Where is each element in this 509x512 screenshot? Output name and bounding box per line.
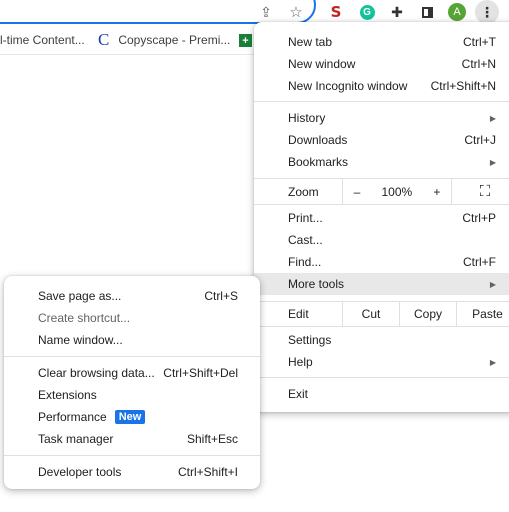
menu-item-shortcut: Ctrl+S — [204, 289, 238, 303]
menu-item-label: Bookmarks — [288, 155, 349, 169]
bookmark-label: l-time Content... — [0, 33, 85, 47]
menu-item-label: Settings — [288, 333, 332, 347]
profile-avatar[interactable]: A — [447, 2, 467, 22]
zoom-label: Zoom — [288, 184, 319, 199]
menu-item-label: Performance — [38, 410, 107, 424]
menu-item-clear-browsing-data[interactable]: Clear browsing data... Ctrl+Shift+Del — [4, 362, 260, 384]
menu-separator — [254, 101, 509, 102]
menu-item-extensions[interactable]: Extensions — [4, 384, 260, 406]
menu-item-label: Task manager — [38, 432, 114, 446]
menu-item-label: Extensions — [38, 388, 97, 402]
menu-item-label: Downloads — [288, 133, 348, 147]
submenu-arrow-icon: ▶ — [489, 113, 496, 123]
zoom-out-button[interactable]: – — [354, 185, 361, 199]
browser-toolbar: ⇪ ☆ S G ✚ A ⋮ — [0, 0, 509, 24]
menu-item-label: New tab — [288, 35, 333, 49]
zoom-level: 100% — [381, 184, 413, 199]
menu-item-exit[interactable]: Exit — [254, 383, 508, 405]
menu-item-label: Name window... — [38, 333, 123, 347]
menu-item-label: New Incognito window — [288, 79, 408, 93]
menu-item-new-tab[interactable]: New tab Ctrl+T — [254, 31, 508, 53]
seo-extension-icon[interactable]: S — [326, 2, 346, 22]
menu-item-help[interactable]: Help ▶ — [254, 351, 508, 373]
chrome-main-menu: New tab Ctrl+T New window Ctrl+N New Inc… — [254, 22, 509, 412]
menu-item-more-tools[interactable]: More tools ▶ — [254, 273, 509, 295]
menu-item-label: Clear browsing data... — [38, 366, 155, 380]
menu-item-shortcut: Ctrl+T — [463, 35, 496, 49]
seo-extension-glyph: S — [330, 3, 342, 21]
menu-item-shortcut: Ctrl+Shift+I — [177, 465, 238, 479]
bookmark-label: Copyscape - Premi... — [118, 33, 231, 47]
menu-item-settings[interactable]: Settings — [254, 329, 508, 351]
edit-label: Edit — [288, 307, 309, 321]
submenu-arrow-icon: ▶ — [489, 357, 496, 367]
menu-item-shortcut: Shift+Esc — [186, 432, 238, 446]
menu-item-shortcut: Ctrl+F — [463, 255, 496, 269]
fullscreen-button[interactable]: ⛶ — [451, 179, 509, 204]
side-panel-glyph — [421, 6, 433, 18]
share-icon[interactable]: ⇪ — [256, 2, 276, 22]
menu-item-performance[interactable]: Performance New — [4, 406, 260, 428]
side-panel-icon[interactable] — [417, 2, 437, 22]
submenu-arrow-icon: ▶ — [489, 157, 496, 167]
menu-item-shortcut: Ctrl+N — [461, 57, 496, 71]
menu-item-new-window[interactable]: New window Ctrl+N — [254, 53, 508, 75]
menu-item-label: More tools — [288, 277, 345, 291]
menu-item-create-shortcut[interactable]: Create shortcut... — [4, 307, 260, 329]
menu-item-history[interactable]: History ▶ — [254, 107, 508, 129]
new-badge: New — [114, 410, 146, 424]
menu-item-save-page-as[interactable]: Save page as... Ctrl+S — [4, 285, 260, 307]
avatar-letter: A — [448, 3, 466, 21]
zoom-controls: – 100% + — [342, 179, 451, 204]
more-tools-submenu: Save page as... Ctrl+S Create shortcut..… — [4, 276, 260, 489]
cut-button[interactable]: Cut — [342, 302, 399, 326]
menu-item-label: Find... — [288, 255, 322, 269]
menu-item-label: Cast... — [288, 233, 323, 247]
menu-separator — [4, 356, 260, 357]
menu-item-label: History — [288, 111, 326, 125]
menu-item-task-manager[interactable]: Task manager Shift+Esc — [4, 428, 260, 450]
copyscape-icon: C — [98, 30, 110, 49]
grammarly-glyph: G — [359, 4, 375, 20]
menu-item-shortcut: Ctrl+Shift+Del — [163, 366, 238, 380]
fullscreen-icon: ⛶ — [479, 183, 491, 200]
bookmark-item[interactable]: l-time Content... — [0, 33, 85, 47]
menu-separator — [4, 455, 260, 456]
menu-item-new-incognito-window[interactable]: New Incognito window Ctrl+Shift+N — [254, 75, 508, 97]
menu-item-bookmarks[interactable]: Bookmarks ▶ — [254, 151, 508, 173]
edit-row: Edit Cut Copy Paste — [254, 301, 509, 327]
paste-button[interactable]: Paste — [456, 302, 509, 326]
menu-item-name-window[interactable]: Name window... — [4, 329, 260, 351]
menu-item-label: Help — [288, 355, 313, 369]
bookmark-star-icon[interactable]: ☆ — [286, 2, 306, 22]
menu-item-downloads[interactable]: Downloads Ctrl+J — [254, 129, 508, 151]
google-sheets-icon: + — [239, 34, 252, 47]
menu-item-shortcut: Ctrl+J — [464, 133, 496, 147]
menu-item-label: Create shortcut... — [38, 311, 131, 325]
menu-item-print[interactable]: Print... Ctrl+P — [254, 207, 508, 229]
menu-item-cast[interactable]: Cast... — [254, 229, 508, 251]
menu-item-developer-tools[interactable]: Developer tools Ctrl+Shift+I — [4, 461, 260, 483]
bookmark-item-sheets[interactable]: + — [239, 34, 252, 47]
grammarly-extension-icon[interactable]: G — [357, 2, 377, 22]
menu-item-shortcut: Ctrl+Shift+N — [430, 79, 496, 93]
copy-button[interactable]: Copy — [399, 302, 456, 326]
menu-item-label: Exit — [288, 387, 309, 401]
menu-item-label: New window — [288, 57, 356, 71]
menu-item-label: Print... — [288, 211, 323, 225]
zoom-row: Zoom – 100% + ⛶ — [254, 178, 509, 205]
menu-item-find[interactable]: Find... Ctrl+F — [254, 251, 508, 273]
bookmark-item-copyscape[interactable]: C Copyscape - Premi... — [98, 30, 230, 50]
menu-separator — [254, 377, 509, 378]
menu-item-shortcut: Ctrl+P — [462, 211, 496, 225]
more-menu-icon[interactable]: ⋮ — [475, 0, 499, 24]
menu-item-label: Save page as... — [38, 289, 122, 303]
zoom-in-button[interactable]: + — [433, 185, 440, 199]
menu-item-label: Developer tools — [38, 465, 122, 479]
submenu-arrow-icon: ▶ — [489, 279, 496, 289]
extensions-puzzle-icon[interactable]: ✚ — [387, 2, 407, 22]
